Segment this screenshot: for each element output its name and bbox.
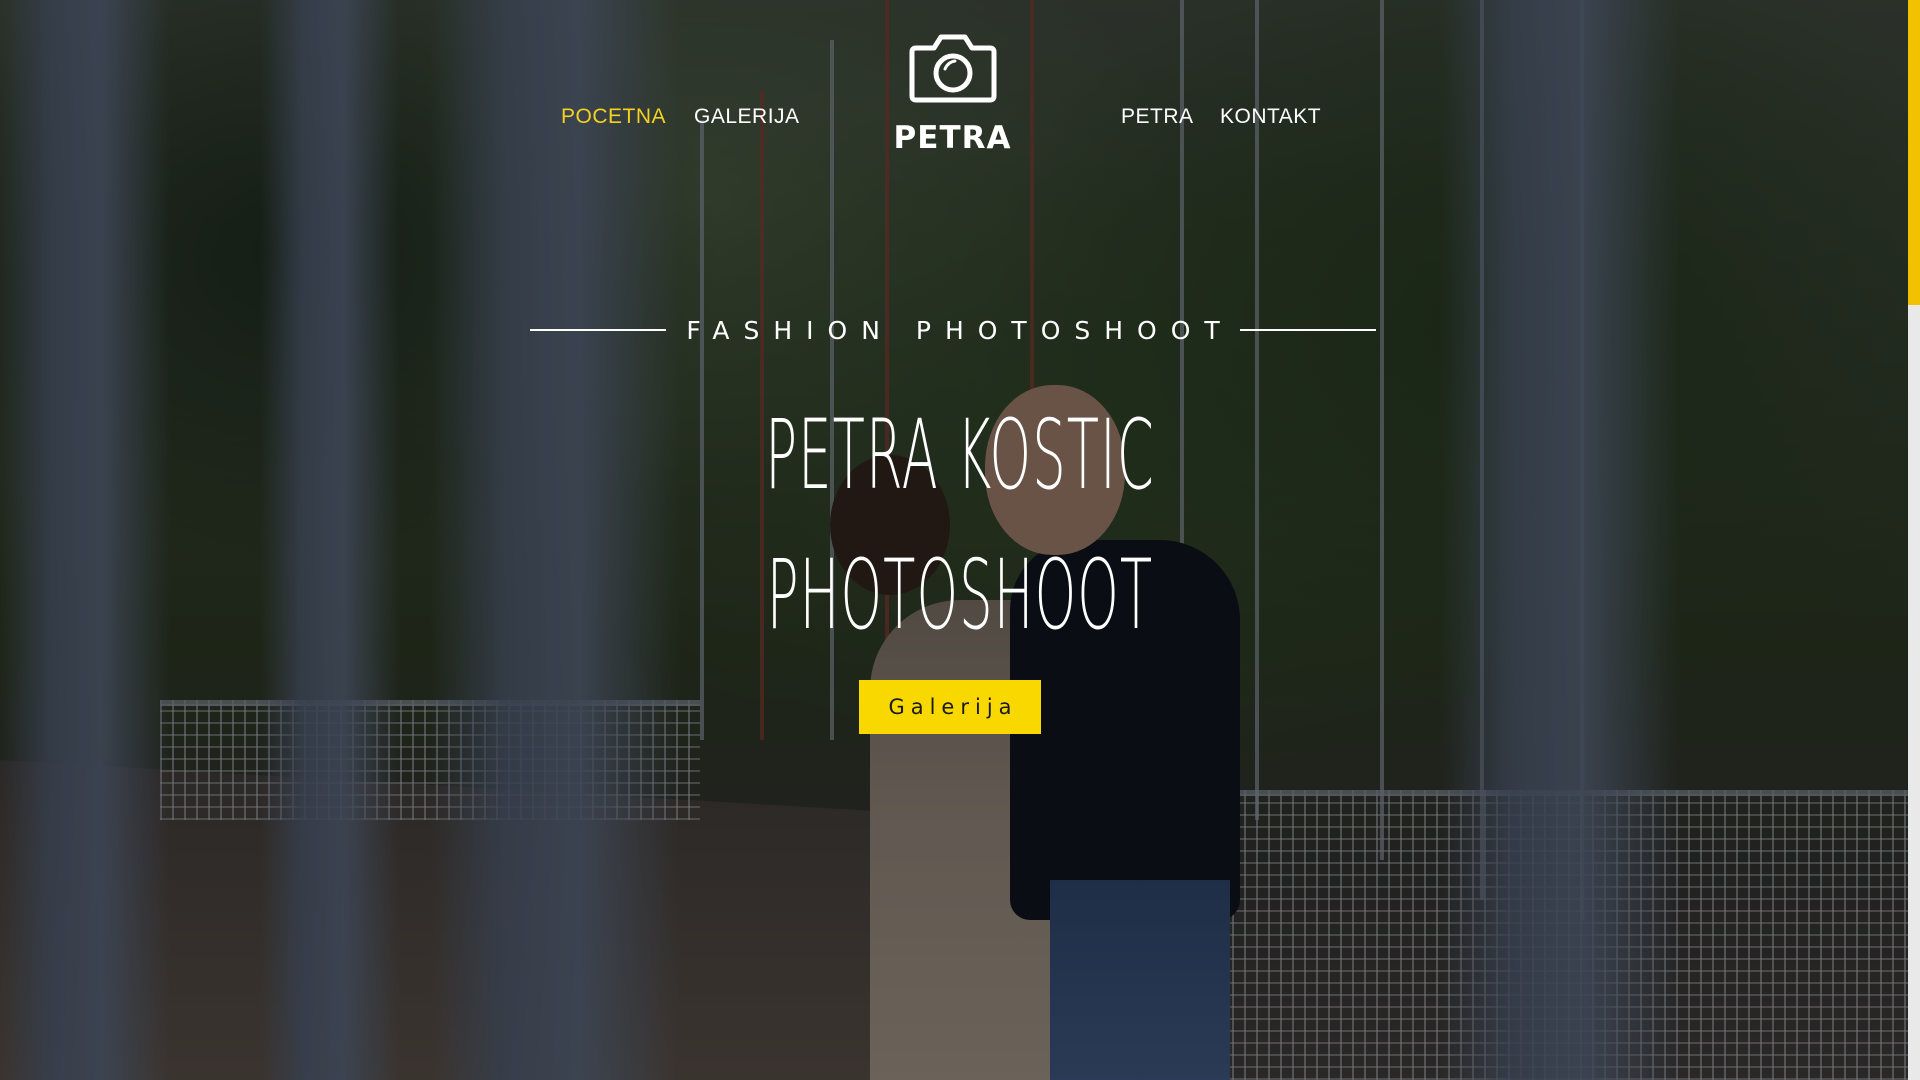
nav-link-galerija[interactable]: GALERIJA (694, 105, 800, 129)
gallery-button[interactable]: Galerija (859, 680, 1041, 734)
tagline-divider-right (1240, 329, 1376, 331)
site-logo[interactable]: PETRA (890, 30, 1015, 156)
tagline-divider-left (530, 329, 666, 331)
logo-text: PETRA (893, 120, 1012, 156)
nav-link-petra[interactable]: PETRA (1121, 105, 1194, 129)
camera-icon (909, 34, 996, 103)
tagline: FASHION PHOTOSHOOT (686, 315, 1234, 345)
page-title-line-1: PETRA KOSTIC (765, 399, 1155, 511)
nav-link-pocetna[interactable]: POCETNA (561, 105, 666, 129)
page-title: PETRA KOSTIC PHOTOSHOOT (560, 385, 1360, 665)
nav-link-kontakt[interactable]: KONTAKT (1220, 105, 1321, 129)
hero-section: POCETNA GALERIJA PETRA PETRA KONTAKT FAS… (0, 0, 1920, 1080)
page-title-line-2: PHOTOSHOOT (766, 539, 1154, 651)
scrollbar-thumb[interactable] (1908, 0, 1920, 305)
tagline-row: FASHION PHOTOSHOOT (530, 312, 1376, 348)
scrollbar-track[interactable] (1908, 0, 1920, 1080)
